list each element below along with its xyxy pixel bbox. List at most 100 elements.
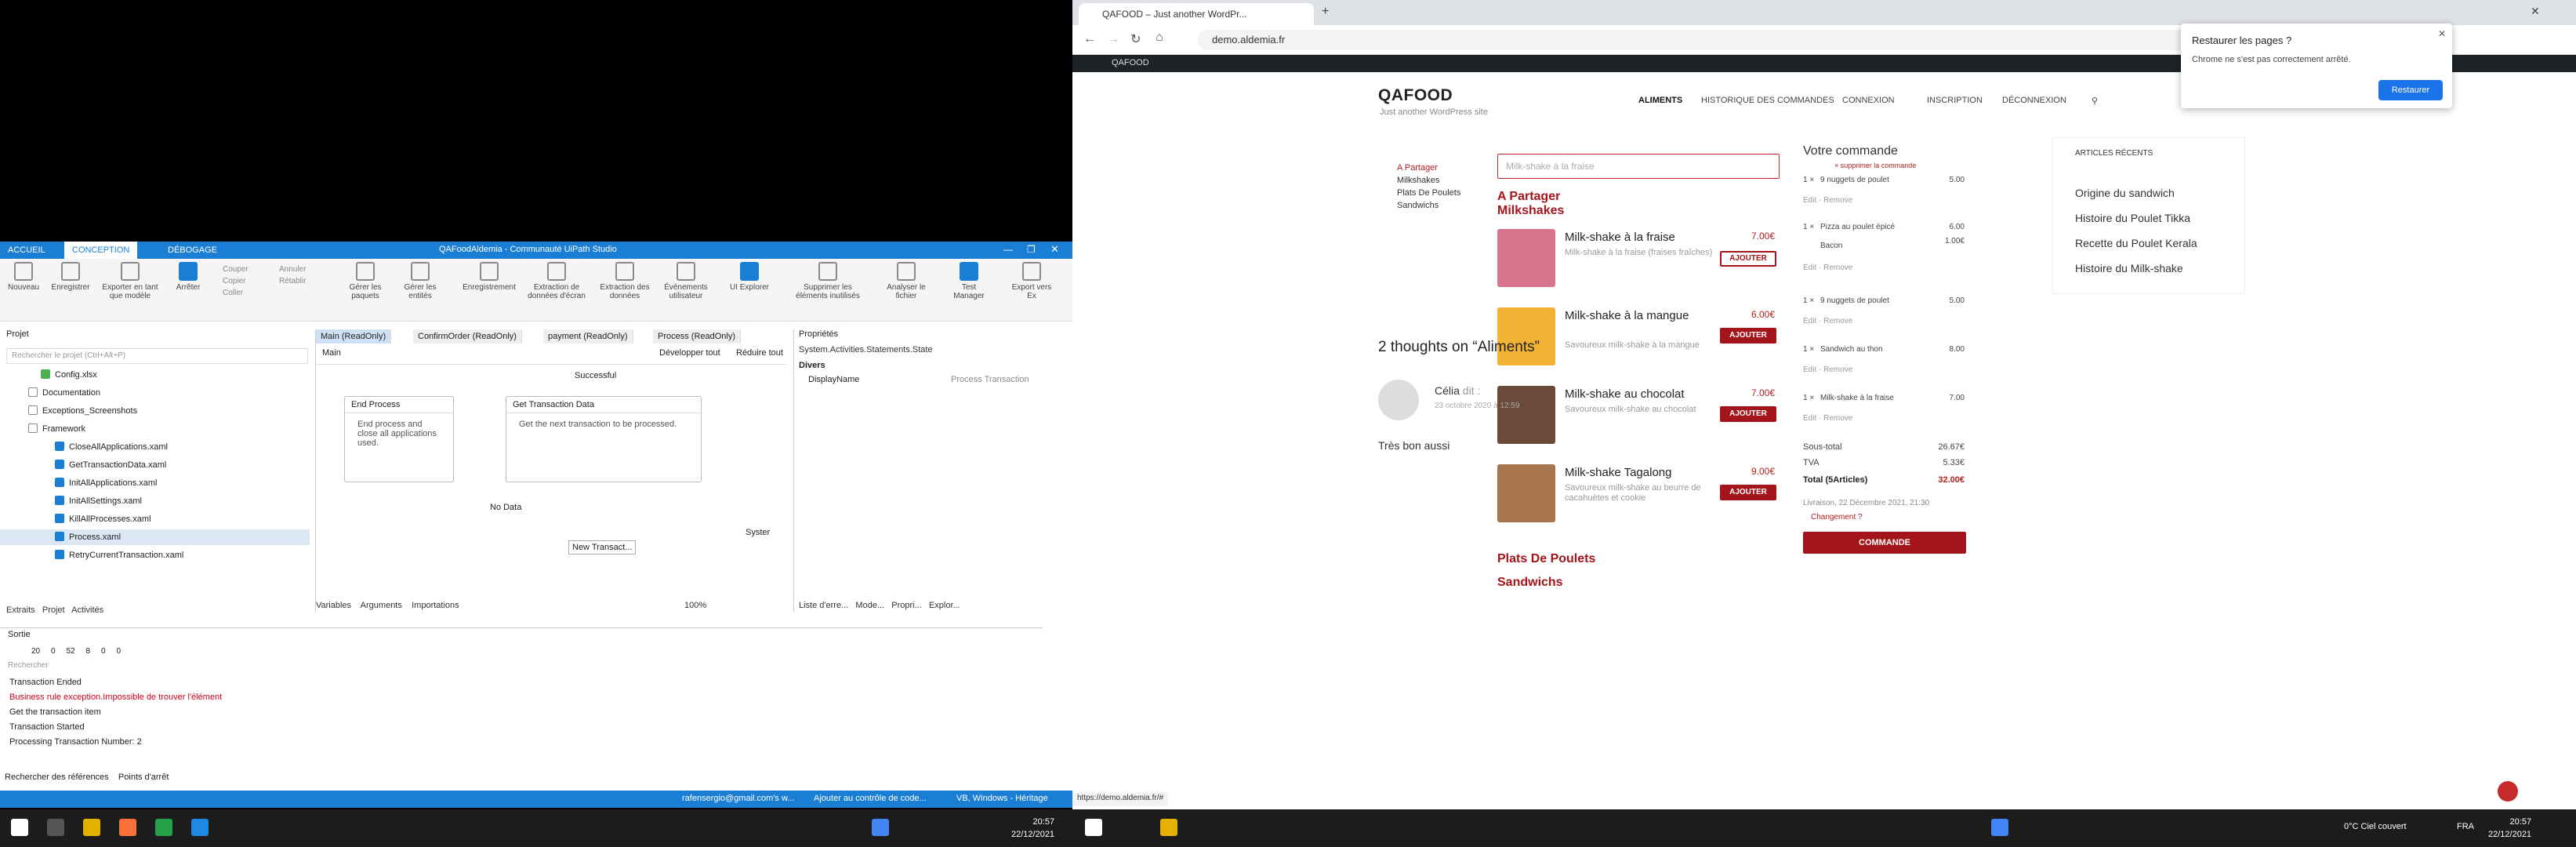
tree-item[interactable]: InitAllSettings.xaml [0,493,310,509]
category-link[interactable]: A Partager [1397,163,1438,173]
stop-button[interactable]: Arrêter [165,262,212,292]
maximize-icon[interactable]: ❐ [1027,244,1036,255]
new-button[interactable]: Nouveau [0,262,47,292]
tab-importations[interactable]: Importations [412,601,459,610]
tree-item[interactable]: Exceptions_Screenshots [0,403,310,419]
doc-tab-main[interactable]: Main (ReadOnly) [316,329,392,344]
export-excel-button[interactable]: Export vers Ex [1008,262,1055,300]
tab-debogage[interactable]: DÉBOGAGE [160,242,225,259]
tab-extraits[interactable]: Extraits [6,605,35,615]
new-tab-icon[interactable]: + [1322,5,1329,19]
restore-button[interactable]: Restaurer [2378,80,2443,100]
minimize-icon[interactable]: — [1003,244,1013,255]
doc-tab-process[interactable]: Process (ReadOnly) [653,329,742,344]
manage-packages-button[interactable]: Gérer les paquets [342,262,389,300]
fatal-filter[interactable]: 0 [116,647,121,656]
tree-item[interactable]: GetTransactionData.xaml [0,457,310,473]
transition-label[interactable]: Syster [746,528,770,537]
edit-remove-link[interactable]: Edit · Remove [1803,317,1852,325]
close-icon[interactable]: ✕ [1050,243,1059,256]
paste-button[interactable]: Coller [223,287,249,299]
edit-remove-link[interactable]: Edit · Remove [1803,264,1852,272]
user-events-button[interactable]: Événements utilisateur [659,262,713,300]
recent-article-link[interactable]: Histoire du Milk-shake [2075,262,2183,274]
home-icon[interactable]: ⌂ [1156,31,1163,45]
manage-entities-button[interactable]: Gérer les entités [397,262,444,300]
undo-button[interactable]: Annuler [279,264,306,275]
remove-unused-button[interactable]: Supprimer les éléments inutilisés [787,262,869,300]
file-explorer-icon[interactable] [1160,819,1177,836]
start-icon[interactable] [1085,819,1102,836]
scroll-top-button[interactable] [2498,781,2518,802]
menu-item[interactable]: DÉCONNEXION [2002,96,2066,105]
data-scraping-button[interactable]: Extraction des données [599,262,651,300]
clock-right[interactable]: 20:57 22/12/2021 [2488,816,2531,841]
tab-properties[interactable]: Propri... [891,601,922,610]
tree-item[interactable]: InitAllApplications.xaml [0,475,310,491]
reload-icon[interactable]: ↻ [1130,31,1141,47]
tree-item[interactable]: CloseAllApplications.xaml [0,439,310,455]
chrome-icon[interactable] [872,819,889,836]
screen-scraping-button[interactable]: Extraction de données d'écran [525,262,588,300]
output-search-input[interactable]: Rechercher [8,661,1027,670]
clock-left[interactable]: 20:57 22/12/2021 [1011,816,1054,841]
menu-item[interactable]: ALIMENTS [1638,96,1682,105]
zoom-select[interactable]: 100% [684,601,706,610]
activity-end-process[interactable]: End Process End process and close all ap… [344,396,454,482]
transition-label[interactable]: Successful [575,371,616,380]
recent-article-link[interactable]: Histoire du Poulet Tikka [2075,212,2190,224]
tree-item-selected[interactable]: Process.xaml [0,529,310,545]
clear-cart-link[interactable]: × supprimer la commande [1834,162,1916,169]
add-to-cart-button[interactable]: AJOUTER [1720,406,1776,422]
weather-widget[interactable]: 0°C Ciel couvert [2344,820,2407,833]
doc-tab-payment[interactable]: payment (ReadOnly) [543,329,633,344]
tab-arguments[interactable]: Arguments [361,601,402,610]
export-template-button[interactable]: Exporter en tant que modèle [97,262,163,300]
edit-remove-link[interactable]: Edit · Remove [1803,365,1852,374]
tab-breakpoints[interactable]: Points d'arrêt [118,772,169,782]
tab-projet[interactable]: Projet [42,605,65,615]
change-delivery-link[interactable]: Changement ? [1803,513,1968,522]
activity-get-transaction-data[interactable]: Get Transaction Data Get the next transa… [506,396,702,482]
profile-status[interactable]: VB, Windows - Héritage [956,794,1048,803]
info-filter[interactable]: 52 [67,647,75,656]
firefox-icon[interactable] [119,819,136,836]
tab-conception[interactable]: CONCEPTION [64,242,138,259]
redo-button[interactable]: Rétablir [279,275,306,287]
copy-button[interactable]: Copier [223,275,249,287]
doc-tab-confirmorder[interactable]: ConfirmOrder (ReadOnly) [413,329,522,344]
site-logo[interactable]: QAFOOD [1378,86,1453,105]
wp-site-link[interactable]: QAFOOD [1112,58,1149,67]
tab-variables[interactable]: Variables [316,601,351,610]
search-icon[interactable]: ⚲ [2092,96,2098,106]
ui-explorer-button[interactable]: UI Explorer [726,262,773,292]
tab-accueil[interactable]: ACCUEIL [0,242,53,259]
edit-remove-link[interactable]: Edit · Remove [1803,196,1852,205]
tree-item[interactable]: Documentation [0,385,310,401]
verbose-filter[interactable]: 0 [101,647,106,656]
add-to-cart-button[interactable]: AJOUTER [1720,251,1776,267]
test-manager-button[interactable]: Test Manager [945,262,992,300]
edit-remove-link[interactable]: Edit · Remove [1803,414,1852,423]
add-to-cart-button[interactable]: AJOUTER [1720,328,1776,344]
language-indicator[interactable]: FRA [2457,820,2474,833]
project-search-input[interactable]: Rechercher le projet (Ctrl+Alt+P) [6,348,308,364]
transition-label[interactable]: New Transact... [568,540,637,554]
chrome-icon[interactable] [155,819,172,836]
cut-button[interactable]: Couper [223,264,249,275]
tab-activites[interactable]: Activités [71,605,103,615]
close-icon[interactable]: ✕ [2438,28,2446,39]
tab-explorer[interactable]: Explor... [929,601,960,610]
address-bar[interactable]: demo.aldemia.fr [1198,30,2264,50]
forward-icon[interactable]: → [1107,32,1119,46]
displayname-input[interactable]: Process Transaction [951,375,1029,384]
tab-find-references[interactable]: Rechercher des références [5,772,109,782]
browser-tab[interactable]: QAFOOD – Just another WordPr... [1079,3,1314,25]
task-view-icon[interactable] [47,819,64,836]
category-link[interactable]: Milkshakes [1397,176,1439,185]
tree-item[interactable]: KillAllProcesses.xaml [0,511,310,527]
save-button[interactable]: Enregistrer [47,262,94,292]
transition-label[interactable]: No Data [490,503,521,512]
back-icon[interactable]: ← [1083,32,1096,46]
tree-item[interactable]: Framework [0,421,310,437]
